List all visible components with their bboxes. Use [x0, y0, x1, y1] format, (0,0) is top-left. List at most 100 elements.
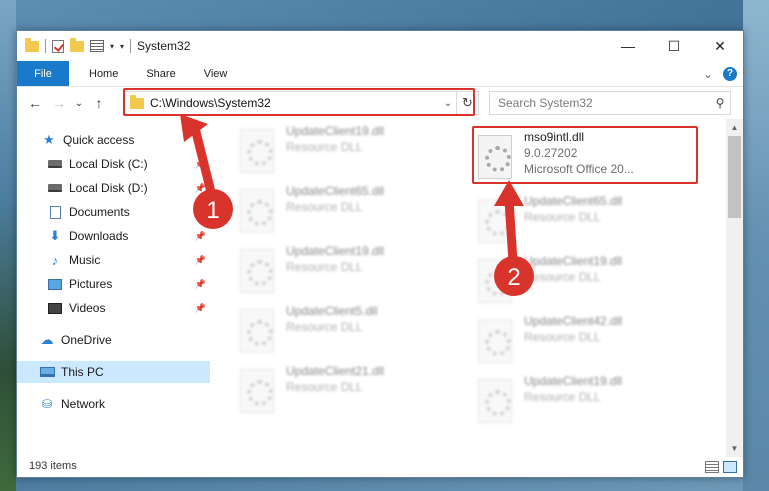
pin-icon[interactable]: 📌	[195, 159, 206, 170]
scroll-up-arrow-icon[interactable]: ▲	[726, 119, 743, 136]
file-name: UpdateClient19.dll	[524, 374, 623, 388]
sidebar-item-label: Local Disk (D:)	[69, 181, 148, 195]
list-item[interactable]: UpdateClient5.dll Resource DLL	[240, 303, 470, 363]
toolbar-separator	[45, 39, 46, 53]
drive-icon	[47, 181, 63, 195]
properties-icon[interactable]	[90, 40, 104, 52]
properties-check-icon[interactable]	[52, 39, 64, 53]
star-icon: ★	[43, 132, 55, 147]
sidebar-item-label: Quick access	[63, 133, 135, 147]
documents-icon	[47, 205, 63, 219]
dll-file-icon	[478, 259, 512, 303]
recent-locations-button[interactable]: ⌄	[71, 91, 87, 115]
sidebar-item-this-pc[interactable]: This PC	[17, 361, 210, 383]
pin-icon[interactable]: 📌	[195, 303, 206, 314]
file-type: Resource DLL	[286, 140, 363, 154]
details-view-icon[interactable]	[705, 461, 719, 473]
window-title: System32	[137, 39, 191, 53]
minimize-button[interactable]: —	[605, 31, 651, 61]
sidebar-item-documents[interactable]: Documents 📌	[17, 201, 210, 223]
scrollbar-thumb[interactable]	[728, 136, 741, 218]
drive-icon	[47, 157, 63, 171]
list-item[interactable]: UpdateClient21.dll Resource DLL	[240, 363, 470, 423]
dll-file-icon	[240, 249, 274, 293]
dll-file-icon	[240, 189, 274, 233]
file-name: UpdateClient5.dll	[286, 304, 378, 318]
file-name: UpdateClient21.dll	[286, 364, 385, 378]
sidebar-item-label: Music	[69, 253, 101, 267]
chevron-down-icon[interactable]: ▾	[110, 42, 114, 51]
sidebar-item-onedrive[interactable]: ☁ OneDrive	[17, 329, 210, 351]
item-count: 193 items	[29, 460, 77, 472]
expand-ribbon-icon[interactable]: ⌄	[703, 67, 713, 81]
maximize-button[interactable]: ☐	[651, 31, 697, 61]
toolbar-separator	[130, 39, 132, 53]
sidebar-item-pictures[interactable]: Pictures 📌	[17, 273, 210, 295]
sidebar-item-downloads[interactable]: ⬇ Downloads 📌	[17, 225, 210, 247]
list-item[interactable]: UpdateClient19.dll Resource DLL	[478, 373, 708, 433]
list-item[interactable]: UpdateClient42.dll Resource DLL	[478, 313, 708, 373]
sidebar-item-videos[interactable]: Videos 📌	[17, 297, 210, 319]
file-type: Resource DLL	[286, 200, 363, 214]
ribbon-right: ⌄ ?	[703, 61, 743, 86]
list-item[interactable]: UpdateClient19.dll Resource DLL	[240, 123, 470, 183]
network-icon: ⛁	[41, 397, 53, 411]
pin-icon[interactable]: 📌	[195, 231, 206, 242]
dll-file-icon	[478, 319, 512, 363]
customize-toolbar-icon[interactable]: ▾	[120, 42, 124, 51]
pin-icon[interactable]: 📌	[195, 279, 206, 290]
list-item[interactable]: UpdateClient19.dll Resource DLL	[240, 243, 470, 303]
dll-file-icon	[478, 199, 512, 243]
file-type: Resource DLL	[524, 390, 601, 404]
close-button[interactable]: ✕	[697, 31, 743, 61]
up-button[interactable]: ↑	[87, 91, 111, 115]
sidebar-item-label: Documents	[69, 205, 130, 219]
dll-file-icon	[478, 379, 512, 423]
ribbon-tabs: File Home Share View ⌄ ?	[17, 61, 743, 87]
file-type: Resource DLL	[524, 210, 601, 224]
downloads-icon: ⬇	[49, 228, 61, 243]
music-icon: ♪	[51, 252, 59, 268]
sidebar-item-label: Local Disk (C:)	[69, 157, 148, 171]
forward-button[interactable]: →	[47, 91, 71, 115]
search-box[interactable]: Search System32 ⚲	[489, 91, 731, 115]
file-name: UpdateClient19.dll	[286, 124, 385, 138]
file-name: UpdateClient42.dll	[524, 314, 623, 328]
sidebar-item-label: Downloads	[69, 229, 129, 243]
desktop-background-left	[0, 0, 16, 491]
tab-share[interactable]: Share	[132, 61, 189, 86]
pin-icon[interactable]: 📌	[195, 183, 206, 194]
title-bar: ▾ ▾ System32 — ☐ ✕	[17, 31, 743, 61]
list-item[interactable]: UpdateClient65.dll Resource DLL	[240, 183, 470, 243]
sidebar-item-local-disk-c[interactable]: Local Disk (C:) 📌	[17, 153, 210, 175]
search-input[interactable]: Search System32	[498, 96, 710, 110]
pin-icon[interactable]: 📌	[195, 255, 206, 266]
back-button[interactable]: ←	[23, 91, 47, 115]
status-bar: 193 items	[17, 455, 743, 477]
file-type: Resource DLL	[286, 320, 363, 334]
large-icons-view-icon[interactable]	[723, 461, 737, 473]
tab-home[interactable]: Home	[75, 61, 132, 86]
tab-file[interactable]: File	[17, 61, 69, 86]
new-folder-icon[interactable]	[70, 37, 84, 52]
file-name: UpdateClient19.dll	[286, 244, 385, 258]
file-highlight	[472, 126, 698, 184]
tab-view[interactable]: View	[190, 61, 242, 86]
search-icon[interactable]: ⚲	[710, 96, 730, 110]
help-icon[interactable]: ?	[723, 66, 737, 81]
onedrive-icon: ☁	[40, 332, 54, 347]
sidebar-item-label: Videos	[69, 301, 106, 315]
dll-file-icon	[240, 309, 274, 353]
pictures-icon	[47, 277, 63, 291]
sidebar-item-quick-access[interactable]: ★ Quick access	[17, 129, 210, 151]
list-item[interactable]: UpdateClient65.dll Resource DLL	[478, 193, 708, 253]
list-item[interactable]: UpdateClient19.dll Resource DLL	[478, 253, 708, 313]
vertical-scrollbar[interactable]: ▲ ▼	[726, 119, 743, 457]
this-pc-icon	[39, 365, 55, 379]
desktop-background-right	[743, 0, 769, 491]
sidebar-item-network[interactable]: ⛁ Network	[17, 393, 210, 415]
file-name: UpdateClient65.dll	[524, 194, 623, 208]
sidebar-item-music[interactable]: ♪ Music 📌	[17, 249, 210, 271]
pin-icon[interactable]: 📌	[195, 207, 206, 218]
sidebar-item-local-disk-d[interactable]: Local Disk (D:) 📌	[17, 177, 210, 199]
